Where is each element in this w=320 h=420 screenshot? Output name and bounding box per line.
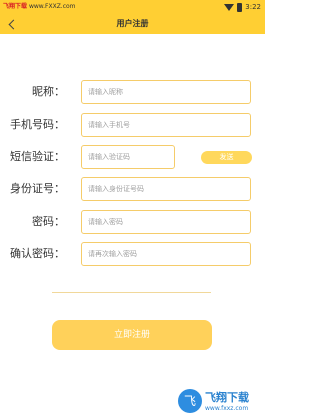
phone-input[interactable] [81, 113, 251, 137]
send-code-button[interactable]: 发送 [201, 151, 252, 164]
nickname-input[interactable] [81, 80, 251, 104]
wifi-icon [224, 3, 235, 11]
sms-code-row: 短信验证： 发送 [0, 145, 265, 169]
id-number-row: 身份证号： [0, 177, 265, 201]
phone-label: 手机号码： [10, 118, 65, 131]
watermark-text: 飞翔下载 [205, 391, 249, 404]
nav-bar: 用户注册 [0, 14, 265, 34]
id-number-input[interactable] [81, 177, 251, 201]
id-number-label: 身份证号： [10, 182, 65, 195]
battery-icon [237, 2, 243, 12]
confirm-password-row: 确认密码： [0, 242, 265, 266]
status-left: 飞翔下载 www.FXXZ.com [3, 2, 76, 12]
status-right: 3:22 [224, 1, 261, 13]
nickname-row: 昵称： [0, 80, 265, 104]
watermark-logo-icon: 飞 [178, 389, 202, 413]
password-row: 密码： [0, 210, 265, 234]
phone-row: 手机号码： [0, 113, 265, 137]
status-brand: 飞翔下载 [3, 3, 28, 10]
sms-code-label: 短信验证： [10, 150, 65, 163]
status-bar: 飞翔下载 www.FXXZ.com 3:22 [0, 0, 265, 14]
register-button[interactable]: 立即注册 [52, 320, 212, 350]
status-time: 3:22 [245, 3, 261, 11]
divider [52, 292, 211, 293]
watermark-url: www.fxxz.com [205, 405, 249, 412]
watermark: 飞 飞翔下载 www.fxxz.com [178, 383, 264, 419]
password-label: 密码： [32, 215, 65, 228]
page-title: 用户注册 [116, 19, 149, 28]
password-input[interactable] [81, 210, 251, 234]
confirm-password-input[interactable] [81, 242, 251, 266]
sms-code-input[interactable] [81, 145, 175, 169]
nickname-label: 昵称： [32, 85, 65, 98]
status-url: www.FXXZ.com [28, 3, 76, 10]
confirm-password-label: 确认密码： [10, 247, 65, 260]
